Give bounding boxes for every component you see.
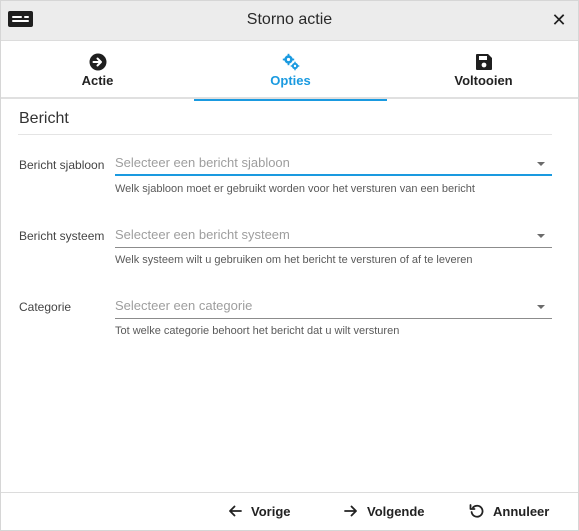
section-divider xyxy=(18,134,552,135)
select-placeholder: Selecteer een bericht sjabloon xyxy=(115,155,290,170)
tab-label: Opties xyxy=(270,73,311,88)
field-hint: Tot welke categorie behoort het bericht … xyxy=(115,325,400,337)
field-label-bericht-systeem: Bericht systeem xyxy=(19,229,105,243)
select-placeholder: Selecteer een bericht systeem xyxy=(115,227,290,242)
save-icon xyxy=(475,54,492,70)
previous-button-label: Vorige xyxy=(251,504,291,519)
tab-bar: Actie Opties Voltooien xyxy=(1,41,579,101)
tab-label: Actie xyxy=(81,73,114,88)
field-label-bericht-sjabloon: Bericht sjabloon xyxy=(19,158,105,172)
field-hint: Welk systeem wilt u gebruiken om het ber… xyxy=(115,254,473,266)
cancel-button-label: Annuleer xyxy=(493,504,550,519)
tab-opties[interactable]: Opties xyxy=(194,41,387,101)
bericht-systeem-select[interactable]: Selecteer een bericht systeem xyxy=(115,224,552,248)
close-icon[interactable]: ✕ xyxy=(550,10,568,30)
categorie-select[interactable]: Selecteer een categorie xyxy=(115,295,552,319)
chevron-down-icon xyxy=(537,305,545,309)
bericht-sjabloon-select[interactable]: Selecteer een bericht sjabloon xyxy=(115,152,552,176)
field-hint: Welk sjabloon moet er gebruikt worden vo… xyxy=(115,183,475,195)
chevron-down-icon xyxy=(537,234,545,238)
next-button-label: Volgende xyxy=(367,504,425,519)
gears-icon xyxy=(282,53,299,71)
undo-icon xyxy=(469,504,484,518)
arrow-right-icon xyxy=(344,505,357,517)
tab-actie[interactable]: Actie xyxy=(1,41,194,99)
section-title: Bericht xyxy=(19,110,69,127)
dialog-footer: Vorige Volgende Annuleer xyxy=(1,492,578,530)
tab-voltooien[interactable]: Voltooien xyxy=(387,41,579,99)
dialog: Storno actie ✕ Actie Opties Voltooien Be… xyxy=(0,0,579,531)
select-placeholder: Selecteer een categorie xyxy=(115,298,253,313)
dialog-header: Storno actie ✕ xyxy=(1,1,578,41)
arrow-left-icon xyxy=(229,505,242,517)
dialog-title: Storno actie xyxy=(246,11,333,28)
chevron-down-icon xyxy=(537,162,545,166)
tab-label: Voltooien xyxy=(454,73,513,88)
field-label-categorie: Categorie xyxy=(19,300,72,314)
arrow-right-circle-icon xyxy=(89,53,106,71)
